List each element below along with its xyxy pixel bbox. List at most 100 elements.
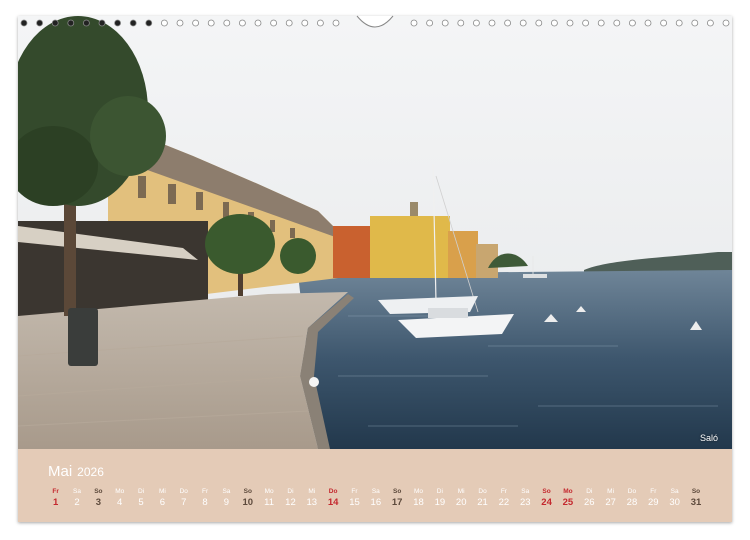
weekday-label: Di [436,488,443,495]
day-number: 21 [477,497,488,508]
day-cell: Do 14 [322,486,343,509]
day-number: 6 [159,497,166,508]
day-number: 4 [117,497,123,508]
calendar-bar: Mai 2026 Fr 1 Sa 2 So 3 Mo 4 Di 5 Mi 6 Do 7 Fr 8 Sa 9 So 10 M… [18,449,732,522]
weekday-label: Mo [563,488,573,495]
day-cell: So 17 [387,486,408,509]
binding-hole [160,19,168,27]
day-number: 18 [413,497,424,508]
binding-hole [597,19,605,27]
binding-hole [426,19,434,27]
binding-hole [613,19,621,27]
day-cell: Sa 9 [216,486,237,509]
day-number: 3 [95,497,101,508]
day-number: 12 [285,497,296,508]
day-number: 16 [370,497,382,508]
day-cell: Mo 4 [109,486,130,509]
weekday-label: Sa [73,488,81,495]
weekday-label: Do [627,488,637,495]
day-cell: Sa 30 [664,486,685,509]
day-cell: Mo 25 [557,486,578,509]
weekday-label: So [94,488,103,495]
day-cell: Mi 6 [152,486,173,509]
binding-hole [316,19,324,27]
day-number: 23 [519,497,531,508]
day-cell: Fr 22 [493,486,514,509]
weekday-label: Di [287,488,294,495]
day-cell: Do 7 [173,486,194,509]
day-number: 15 [349,497,360,508]
binding-hole [285,19,293,27]
binding-hole [410,19,418,27]
binding-hole [223,19,231,27]
weekday-label: Mi [158,488,166,495]
day-number: 11 [264,497,275,508]
day-number: 28 [626,497,638,508]
binding-hole [644,19,652,27]
day-number: 29 [648,497,659,508]
binding-hole [722,19,730,27]
day-number: 9 [223,497,230,508]
day-number: 25 [562,497,574,508]
weekday-label: So [691,488,701,495]
lakeside-photo: Saló [18,16,732,449]
binding-hole [332,19,340,27]
day-cell: Fr 29 [643,486,664,509]
day-cell: So 24 [536,486,557,509]
binding-hole [51,19,59,27]
day-cell: Mo 11 [258,486,279,509]
day-cell: So 3 [88,486,109,509]
month-year: 2026 [77,465,104,479]
weekday-label: Do [179,488,188,495]
weekday-label: Di [137,488,145,495]
photo-illustration [18,16,732,449]
weekday-label: Fr [650,488,657,495]
binding-hole [519,19,527,27]
binding-hole [238,19,246,27]
day-cell: Fr 1 [45,486,66,509]
day-cell: Di 5 [130,486,151,509]
weekday-label: Sa [521,488,530,495]
weekday-label: Do [478,488,487,495]
binding-hole [129,19,137,27]
day-number: 31 [690,497,702,508]
weekday-label: Mi [308,488,316,495]
weekday-label: So [243,488,252,495]
weekday-label: Mi [607,488,615,495]
binding-hole [629,19,636,27]
binding-hole [691,19,699,27]
binding-hole [270,19,278,27]
day-number: 22 [498,497,510,508]
binding-hole [98,19,106,27]
day-number: 1 [53,497,59,508]
day-number: 30 [669,497,680,508]
binding-hole [504,19,512,27]
binding-hole [20,19,28,27]
day-number: 10 [242,497,254,508]
day-number: 24 [541,497,552,508]
weekday-label: Mo [115,488,125,495]
day-cell: Di 26 [579,486,600,509]
binding-hole [457,19,465,27]
spiral-binding [20,15,730,28]
binding-hole [114,19,121,27]
day-cell: Fr 8 [194,486,215,509]
weekday-label: Do [328,488,338,495]
binding-hole [707,19,714,27]
binding-hole [441,19,449,27]
day-cell: Do 28 [621,486,642,509]
weekday-label: Fr [52,488,59,495]
binding-hole [36,19,44,27]
day-number: 17 [391,497,403,508]
day-cell: Sa 16 [365,486,386,509]
binding-hole [67,19,75,27]
binding-hole [660,19,667,27]
day-cell: Mi 27 [600,486,621,509]
binding-hole [566,19,574,27]
day-number: 26 [583,497,595,508]
day-cell: Mi 13 [301,486,322,509]
day-number: 8 [202,497,208,508]
weekday-label: Di [586,488,593,495]
weekday-label: Sa [222,488,231,495]
day-number: 7 [181,497,187,508]
